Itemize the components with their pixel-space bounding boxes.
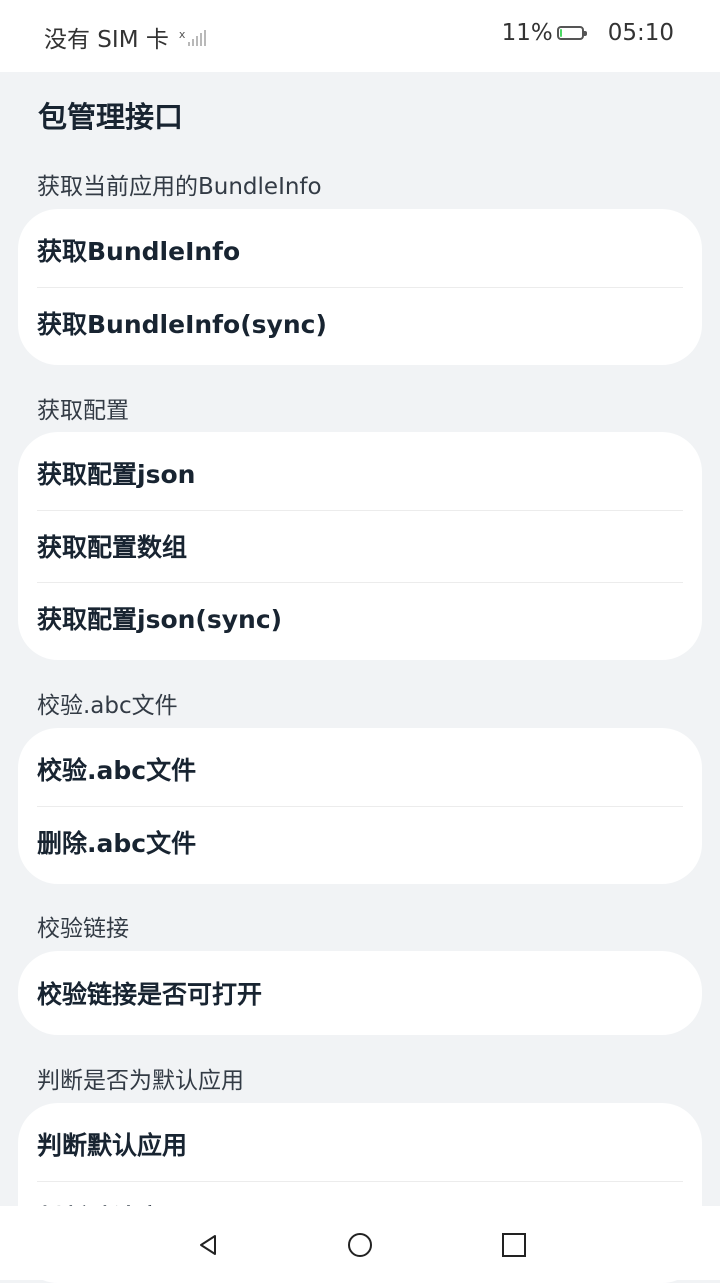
get-config-json-button[interactable]: 获取配置json [18, 432, 702, 510]
check-default-app-button[interactable]: 判断默认应用 [18, 1103, 702, 1181]
clock: 05:10 [607, 20, 674, 46]
card-abc: 校验.abc文件 删除.abc文件 [18, 728, 702, 884]
section-label-link: 校验链接 [37, 916, 129, 942]
card-config: 获取配置json 获取配置数组 获取配置json(sync) [18, 432, 702, 660]
battery-percent: 11% [501, 20, 553, 46]
verify-abc-button[interactable]: 校验.abc文件 [18, 728, 702, 806]
card-bundleinfo: 获取BundleInfo 获取BundleInfo(sync) [18, 209, 702, 365]
battery-icon [556, 26, 587, 40]
navigation-bar [0, 1206, 720, 1280]
home-icon[interactable] [345, 1230, 375, 1260]
battery-fill [559, 29, 562, 37]
signal-icon: x [179, 28, 207, 46]
delete-abc-button[interactable]: 删除.abc文件 [18, 806, 702, 878]
back-icon[interactable] [193, 1230, 223, 1260]
recents-icon[interactable] [499, 1230, 529, 1260]
verify-link-button[interactable]: 校验链接是否可打开 [18, 951, 702, 1035]
status-right: 11% 05:10 [502, 20, 674, 46]
card-link: 校验链接是否可打开 [18, 951, 702, 1035]
section-label-config: 获取配置 [37, 398, 129, 424]
status-left: 没有 SIM 卡 x [44, 20, 207, 54]
status-bar: 没有 SIM 卡 x 11% 05:10 [0, 0, 720, 72]
get-bundleinfo-button[interactable]: 获取BundleInfo [18, 209, 702, 287]
get-config-array-button[interactable]: 获取配置数组 [18, 510, 702, 582]
section-label-abc: 校验.abc文件 [37, 693, 178, 719]
get-bundleinfo-sync-button[interactable]: 获取BundleInfo(sync) [18, 287, 702, 359]
page-title: 包管理接口 [38, 100, 184, 134]
section-label-bundleinfo: 获取当前应用的BundleInfo [37, 174, 322, 200]
section-label-default-app: 判断是否为默认应用 [37, 1068, 244, 1094]
get-config-json-sync-button[interactable]: 获取配置json(sync) [18, 582, 702, 654]
carrier-text: 没有 SIM 卡 [44, 27, 169, 53]
